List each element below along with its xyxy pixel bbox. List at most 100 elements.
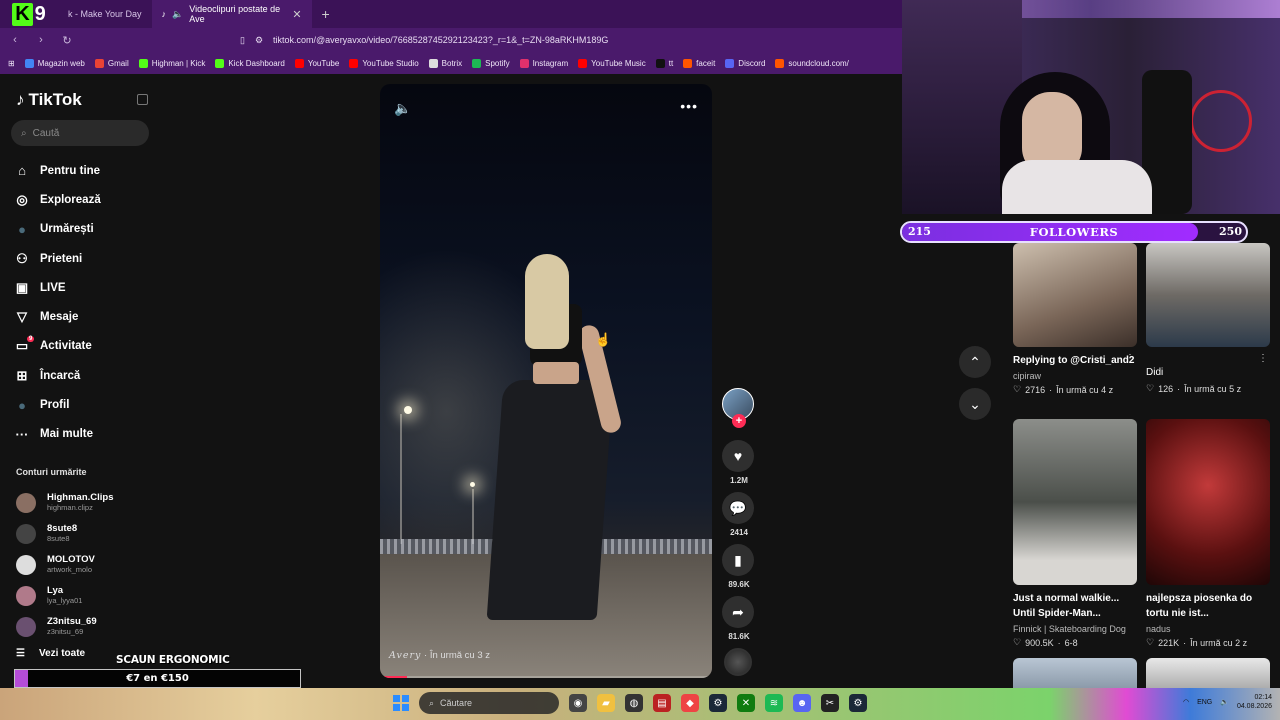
card-title[interactable]: Didi xyxy=(1146,365,1270,380)
recommended-card[interactable]: Didi ⋮ ♡ 126 · În urmă cu 5 z xyxy=(1146,243,1270,394)
site-info-icon[interactable]: ⚙ xyxy=(255,35,263,46)
bookmark-item[interactable]: Magazin web xyxy=(24,58,85,68)
video-thumbnail[interactable] xyxy=(1013,419,1137,585)
browser-tab-active[interactable]: ♪ 🔈 Videoclipuri postate de Ave ✕ xyxy=(151,0,312,28)
reload-icon[interactable]: ↻ xyxy=(60,34,74,47)
bookmark-item[interactable]: soundcloud.com/ xyxy=(775,58,849,68)
volume-icon[interactable]: 🔈 xyxy=(394,100,411,117)
language-indicator[interactable]: ENG xyxy=(1197,699,1212,706)
account-handle: lya_lyya01 xyxy=(47,596,83,605)
person-waist xyxy=(533,362,579,384)
clock[interactable]: 02:14 04.08.2026 xyxy=(1237,693,1272,711)
bookmark-item[interactable]: faceit xyxy=(683,58,715,68)
bookmark-item[interactable]: Kick Dashboard xyxy=(215,58,285,68)
video-author[interactable]: Avery xyxy=(389,650,421,661)
xbox-icon[interactable]: ✕ xyxy=(737,694,755,712)
video-thumbnail[interactable] xyxy=(1146,243,1270,347)
bookmark-item[interactable]: YouTube Music xyxy=(578,58,646,68)
sidebar-item[interactable]: ⌂ Pentru tine xyxy=(14,156,101,185)
bookmark-item[interactable]: Instagram xyxy=(519,58,568,68)
back-icon[interactable]: ‹ xyxy=(8,34,22,46)
more-options-icon[interactable]: ••• xyxy=(680,98,698,114)
task-view-icon[interactable]: ◉ xyxy=(569,694,587,712)
browser-tab[interactable]: k - Make Your Day xyxy=(58,0,152,28)
spotify-icon[interactable]: ≋ xyxy=(765,694,783,712)
new-tab-button[interactable]: + xyxy=(322,6,330,22)
brave-browser-icon[interactable]: ◆ xyxy=(681,694,699,712)
video-thumbnail[interactable] xyxy=(1146,658,1270,688)
capcut-icon[interactable]: ✂ xyxy=(821,694,839,712)
recommended-card[interactable]: Replying to @Cristi_and2 ⋮ cipiraw ♡ 2716… xyxy=(1013,243,1137,395)
sidebar-item[interactable]: ▣ LIVE xyxy=(14,273,101,302)
card-author[interactable]: cipiraw xyxy=(1013,371,1137,381)
following-account[interactable]: Z3nitsu_69 z3nitsu_69 xyxy=(16,611,114,642)
windows-start-icon[interactable] xyxy=(393,695,409,711)
bookmark-item[interactable]: Highman | Kick xyxy=(138,58,205,68)
card-title[interactable]: Replying to @Cristi_and2 xyxy=(1013,353,1137,368)
share-button[interactable]: ➦ xyxy=(722,596,754,628)
sidebar-item[interactable]: ● Urmărești xyxy=(14,215,101,244)
discord-icon[interactable]: ☻ xyxy=(793,694,811,712)
steam-icon-2[interactable]: ⚙ xyxy=(849,694,867,712)
kebab-menu-icon[interactable]: ⋮ xyxy=(1125,353,1135,364)
file-explorer-icon[interactable]: ▰ xyxy=(597,694,615,712)
bookmark-item[interactable]: Spotify xyxy=(472,58,510,68)
video-thumbnail[interactable] xyxy=(1013,658,1137,688)
card-title[interactable]: najlepsza piosenka do tortu nie ist... xyxy=(1146,591,1270,621)
tiktok-logo[interactable]: ♪ TikTok xyxy=(16,90,82,110)
bookmark-item[interactable]: tt xyxy=(655,58,673,68)
card-author[interactable]: Finnick | Skateboarding Dog xyxy=(1013,624,1137,634)
video-thumbnail[interactable] xyxy=(1013,243,1137,347)
stream-app-icon[interactable]: ▤ xyxy=(653,694,671,712)
like-button[interactable]: ♥ xyxy=(722,440,754,472)
recommended-card[interactable] xyxy=(1013,658,1137,688)
taskbar-search[interactable]: ⌕ Căutare xyxy=(419,692,559,714)
sidebar-item[interactable]: ··· Mai multe xyxy=(14,420,101,449)
sidebar-item[interactable]: ▭ Activitate 9 xyxy=(14,332,101,361)
bookmark-item[interactable]: Gmail xyxy=(94,58,129,68)
video-progress-bar[interactable] xyxy=(380,676,712,678)
recommended-card[interactable]: Just a normal walkie... Until Spider-Man… xyxy=(1013,419,1137,648)
bookmark-item[interactable]: YouTube Studio xyxy=(349,58,419,68)
follow-plus-icon[interactable]: + xyxy=(732,414,746,428)
kebab-menu-icon[interactable]: ⋮ xyxy=(1258,353,1268,364)
following-account[interactable]: 8sute8 8sute8 xyxy=(16,518,114,549)
following-account[interactable]: Lya lya_lyya01 xyxy=(16,580,114,611)
music-disc-icon[interactable] xyxy=(724,648,752,676)
sidebar-item[interactable]: ● Profil xyxy=(14,390,101,419)
search-input[interactable]: ⌕ Caută xyxy=(11,120,149,146)
forward-icon[interactable]: › xyxy=(34,34,48,46)
close-tab-icon[interactable]: ✕ xyxy=(292,8,301,21)
creator-avatar[interactable]: + xyxy=(722,388,754,428)
card-title[interactable]: Just a normal walkie... Until Spider-Man… xyxy=(1013,591,1137,621)
collapse-sidebar-icon[interactable] xyxy=(137,94,148,105)
bookmark-icon[interactable]: ▯ xyxy=(240,35,245,46)
address-bar[interactable]: ▯ ⚙ tiktok.com/@averyavxo/video/76685287… xyxy=(240,30,902,50)
video-player[interactable]: 🔈 ••• ☝ Avery · În urmă cu 3 z xyxy=(380,84,712,678)
volume-tray-icon[interactable]: 🔈 xyxy=(1220,698,1229,706)
sidebar-item[interactable]: ⊞ Încarcă xyxy=(14,361,101,390)
comment-button[interactable]: 💬 xyxy=(722,492,754,524)
obs-icon[interactable]: ◍ xyxy=(625,694,643,712)
previous-video-button[interactable]: ⌃ xyxy=(959,346,991,378)
following-account[interactable]: Highman.Clips highman.clipz xyxy=(16,487,114,518)
apps-grid-icon[interactable]: ⊞ xyxy=(8,59,15,68)
bookmark-item[interactable]: YouTube xyxy=(294,58,339,68)
see-all-button[interactable]: ☰ Vezi toate xyxy=(16,648,85,659)
wall-pentagram xyxy=(1190,90,1252,152)
sidebar-item[interactable]: ⚇ Prieteni xyxy=(14,244,101,273)
sidebar-item[interactable]: ▽ Mesaje xyxy=(14,302,101,331)
card-author[interactable]: nadus xyxy=(1146,624,1270,634)
save-button[interactable]: ▮ xyxy=(722,544,754,576)
steam-icon[interactable]: ⚙ xyxy=(709,694,727,712)
next-video-button[interactable]: ⌄ xyxy=(959,388,991,420)
bookmark-item[interactable]: Botrix xyxy=(428,58,462,68)
recommended-card[interactable]: najlepsza piosenka do tortu nie ist... n… xyxy=(1146,419,1270,648)
video-thumbnail[interactable] xyxy=(1146,419,1270,585)
bookmark-item[interactable]: Discord xyxy=(725,58,765,68)
url-text[interactable]: tiktok.com/@averyavxo/video/766852874529… xyxy=(273,35,608,45)
sidebar-item[interactable]: ◎ Explorează xyxy=(14,185,100,214)
wifi-icon[interactable]: ◠ xyxy=(1183,698,1189,706)
recommended-card[interactable] xyxy=(1146,658,1270,688)
following-account[interactable]: MOLOTOV artwork_molo xyxy=(16,549,114,580)
